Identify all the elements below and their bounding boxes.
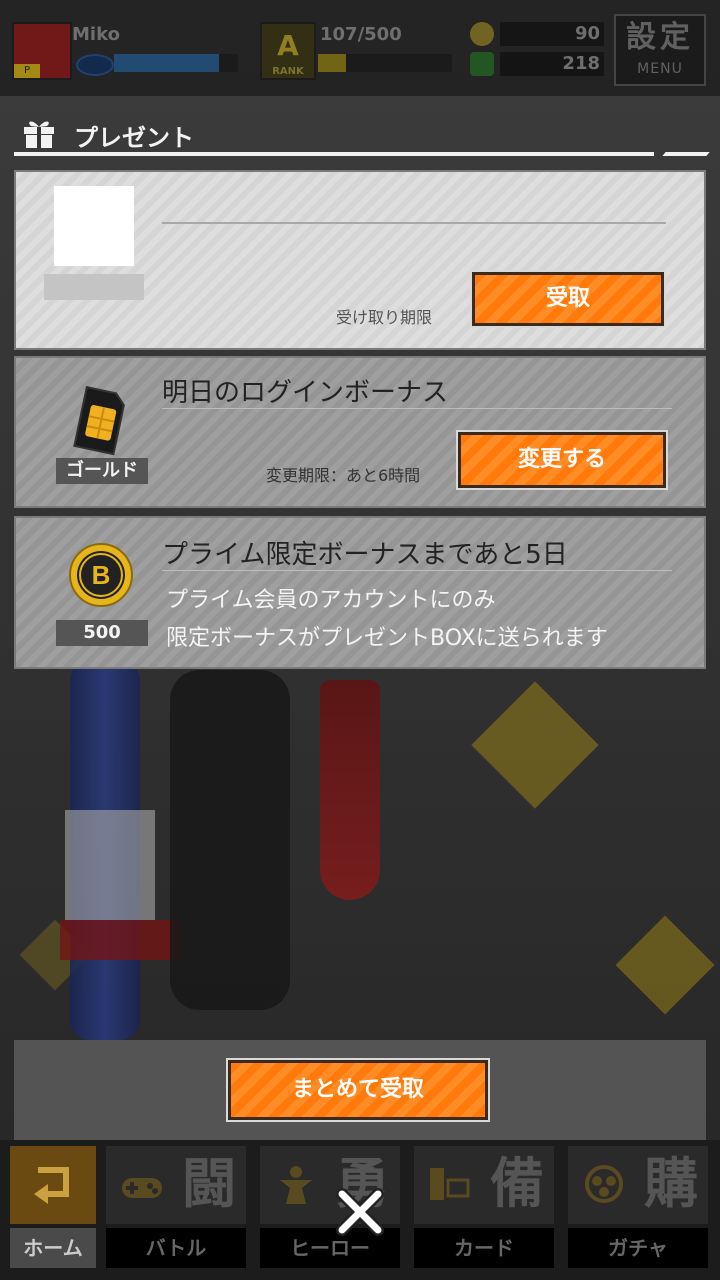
status-bar: P Miko A RANK 107/500 90 218 設定 MENU <box>0 0 720 96</box>
item-label <box>44 274 144 300</box>
rank-letter: A <box>277 29 299 62</box>
background-diamond <box>471 681 599 809</box>
present-header: プレゼント <box>14 112 710 156</box>
title-underline-accent <box>662 152 710 156</box>
nav-item-card[interactable]: 備 カード <box>412 1146 556 1276</box>
card-icon <box>430 1168 470 1200</box>
avatar[interactable]: P <box>12 22 72 80</box>
nav-label: ホーム <box>10 1228 96 1268</box>
item-quantity: 500 <box>56 620 148 646</box>
back-arrow-icon <box>34 1167 69 1204</box>
gold-coin-icon <box>470 22 494 46</box>
change-deadline: 変更期限：あと6時間 <box>266 466 421 485</box>
nav-kanji: 購 <box>644 1152 698 1215</box>
nav-item-battle[interactable]: 闘 バトル <box>104 1146 248 1276</box>
gacha-icon <box>585 1165 623 1203</box>
gold-sim-card-icon <box>73 386 125 456</box>
title-underline <box>14 152 654 156</box>
nav-kanji: 闘 <box>182 1152 236 1215</box>
bonus-coin-icon: B <box>69 543 133 607</box>
player-name: Miko <box>72 24 120 45</box>
background-diamond <box>615 915 715 1015</box>
nav-label: カード <box>414 1228 554 1268</box>
present-item: ゴールド 明日のログインボーナス 変更期限：あと6時間 変更する <box>14 356 706 508</box>
page-title: プレゼント <box>74 124 194 152</box>
item-thumbnail <box>54 186 134 266</box>
claim-all-panel: まとめて受取 <box>14 1040 706 1140</box>
item-name: 明日のログインボーナス <box>162 378 449 408</box>
exp-text: 107/500 <box>320 24 402 45</box>
gift-icon <box>24 121 54 148</box>
menu-button[interactable]: 設定 MENU <box>614 14 706 86</box>
player-level-badge: P <box>14 64 40 78</box>
stamina-bar <box>114 54 238 72</box>
receive-button[interactable]: 受取 <box>470 270 666 328</box>
present-item: 受け取り期限 受取 <box>14 170 706 350</box>
svg-text:B: B <box>92 560 111 590</box>
gem-count: 218 <box>500 52 604 76</box>
change-button[interactable]: 変更する <box>456 430 668 490</box>
gem-icon <box>470 52 494 76</box>
character-illustration <box>30 660 420 1090</box>
rank-badge: A RANK <box>260 22 316 80</box>
rank-label: RANK <box>272 66 304 77</box>
divider <box>162 222 666 224</box>
hero-icon <box>280 1166 312 1204</box>
gamepad-icon <box>122 1178 162 1198</box>
close-icon[interactable] <box>330 1182 390 1242</box>
present-item: B 500 プライム限定ボーナスまであと5日 プライム会員のアカウントにのみ 限… <box>14 516 706 669</box>
item-label: ゴールド <box>56 458 148 484</box>
divider <box>162 408 672 409</box>
nav-kanji: 備 <box>490 1152 544 1215</box>
gold-coin-count: 90 <box>500 22 604 46</box>
nav-label: バトル <box>106 1228 246 1268</box>
claim-all-button[interactable]: まとめて受取 <box>226 1058 490 1122</box>
item-name: プライム限定ボーナスまであと5日 <box>162 540 568 570</box>
menu-label: MENU <box>637 61 683 77</box>
nav-label: ガチャ <box>568 1228 708 1268</box>
exp-bar <box>318 54 452 72</box>
divider <box>162 570 672 571</box>
item-description-line-1: プライム会員のアカウントにのみ <box>166 588 496 613</box>
item-description-line-2: 限定ボーナスがプレゼントBOXに送られます <box>166 626 608 651</box>
receive-deadline: 受け取り期限 <box>336 308 433 327</box>
menu-kanji: 設定 <box>626 20 694 55</box>
eye-icon <box>76 54 114 76</box>
nav-item-gacha[interactable]: 購 ガチャ <box>566 1146 710 1276</box>
